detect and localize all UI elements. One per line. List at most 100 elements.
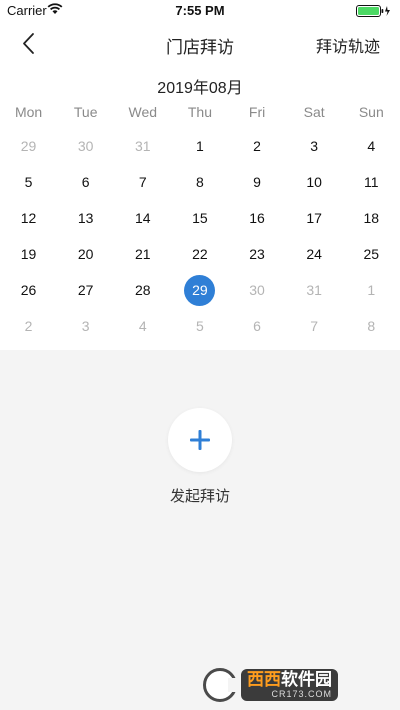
calendar-day[interactable]: 14 [114,200,171,236]
calendar-day[interactable]: 15 [171,200,228,236]
weekday-label: Sun [358,104,384,120]
calendar-day[interactable]: 28 [114,272,171,308]
start-visit-button[interactable] [168,408,232,472]
calendar-day[interactable]: 8 [343,308,400,344]
calendar-day-number: 29 [20,138,37,154]
calendar-day-number: 20 [77,246,94,262]
calendar-week-row: 5 6 7 8 9 10 11 [0,164,400,200]
calendar-day[interactable]: 22 [171,236,228,272]
calendar-day[interactable]: 3 [57,308,114,344]
calendar-day-number: 24 [306,246,322,262]
calendar-day[interactable]: 27 [57,272,114,308]
watermark-brand-a: 西西 [247,670,281,689]
calendar-day[interactable]: 7 [286,308,343,344]
calendar-day-number: 28 [135,282,151,298]
visit-content-area: 发起拜访 [0,350,400,710]
calendar-grid: 29 30 31 1 2 3 4 5 6 7 8 9 10 11 12 13 14 15 16 17 18 19 20 21 2… [0,128,400,344]
calendar-day-number: 2 [24,318,33,334]
calendar-day[interactable]: 31 [286,272,343,308]
calendar-day-number: 4 [367,138,376,154]
calendar-day-number: 7 [138,174,147,190]
calendar-week-row: 2 3 4 5 6 7 8 [0,308,400,344]
status-bar: Carrier 7:55 PM [0,0,400,22]
calendar-day[interactable]: 2 [0,308,57,344]
calendar-day-number: 11 [364,174,379,190]
weekday-label: Tue [73,104,98,120]
calendar-day[interactable]: 16 [229,200,286,236]
calendar-day[interactable]: 5 [0,164,57,200]
plus-icon [190,430,210,450]
weekday-label: Mon [14,104,43,120]
calendar-day-selected[interactable]: 29 [171,272,228,308]
calendar-day-number: 6 [81,174,90,190]
calendar-day[interactable]: 26 [0,272,57,308]
calendar-day-number: 1 [196,138,204,154]
calendar-day[interactable]: 3 [286,128,343,164]
calendar: 2019年08月 Mon Tue Wed Thu Fri Sat Sun 29 3… [0,66,400,350]
calendar-day-number: 15 [192,210,208,226]
calendar-day[interactable]: 1 [171,128,228,164]
start-visit-label: 发起拜访 [169,488,230,505]
status-time: 7:55 PM [175,3,225,18]
weekday-label: Sat [303,104,325,120]
calendar-day[interactable]: 12 [0,200,57,236]
calendar-day-number: 3 [81,318,90,334]
calendar-week-row: 29 30 31 1 2 3 4 [0,128,400,164]
calendar-day-number: 23 [249,246,265,262]
calendar-day-number: 12 [20,210,37,226]
calendar-day-number: 5 [24,174,33,190]
calendar-day-number: 26 [20,282,37,298]
month-label[interactable]: 2019年08月 [0,74,400,98]
calendar-day[interactable]: 4 [114,308,171,344]
calendar-day[interactable]: 1 [343,272,400,308]
calendar-day-number: 8 [196,174,204,190]
calendar-day[interactable]: 31 [114,128,171,164]
calendar-day[interactable]: 8 [171,164,228,200]
calendar-day[interactable]: 10 [286,164,343,200]
calendar-day-number: 30 [77,138,94,154]
watermark-logo: 西西软件园 CR173.COM [203,666,388,704]
calendar-day-number: 30 [249,282,265,298]
calendar-day-number: 6 [253,318,261,334]
calendar-day[interactable]: 21 [114,236,171,272]
calendar-day[interactable]: 25 [343,236,400,272]
calendar-week-row: 12 13 14 15 16 17 18 [0,200,400,236]
calendar-day[interactable]: 30 [229,272,286,308]
calendar-day-number: 8 [367,318,376,334]
calendar-day[interactable]: 7 [114,164,171,200]
calendar-day[interactable]: 18 [343,200,400,236]
calendar-day[interactable]: 6 [57,164,114,200]
weekday-header: Mon Tue Wed Thu Fri Sat Sun [0,104,400,124]
calendar-day-number: 19 [20,246,37,262]
calendar-day-number: 10 [306,174,322,190]
calendar-day[interactable]: 2 [229,128,286,164]
calendar-day-number: 18 [363,210,380,226]
calendar-day-number: 22 [192,246,208,262]
watermark-domain: CR173.COM [271,689,332,699]
calendar-day[interactable]: 9 [229,164,286,200]
calendar-day[interactable]: 5 [171,308,228,344]
calendar-day-number: 31 [306,282,322,298]
calendar-week-row: 19 20 21 22 23 24 25 [0,236,400,272]
calendar-day[interactable]: 6 [229,308,286,344]
calendar-day-number: 14 [135,210,151,226]
calendar-week-row: 26 27 28 29 30 31 1 [0,272,400,308]
calendar-day-number: 25 [363,246,380,262]
calendar-day[interactable]: 4 [343,128,400,164]
calendar-day[interactable]: 11 [343,164,400,200]
calendar-day-number: 7 [310,318,319,334]
watermark-brand-b: 软件园 [281,670,332,689]
weekday-label: Fri [248,104,266,120]
calendar-day[interactable]: 24 [286,236,343,272]
calendar-day[interactable]: 23 [229,236,286,272]
navigation-bar: 门店拜访 拜访轨迹 [0,22,400,66]
calendar-day[interactable]: 19 [0,236,57,272]
calendar-day-number: 13 [77,210,94,226]
calendar-day[interactable]: 13 [57,200,114,236]
calendar-day[interactable]: 20 [57,236,114,272]
visit-track-button[interactable]: 拜访轨迹 [316,33,380,57]
calendar-day[interactable]: 17 [286,200,343,236]
calendar-day[interactable]: 30 [57,128,114,164]
logo-c-icon [203,668,238,702]
calendar-day[interactable]: 29 [0,128,57,164]
